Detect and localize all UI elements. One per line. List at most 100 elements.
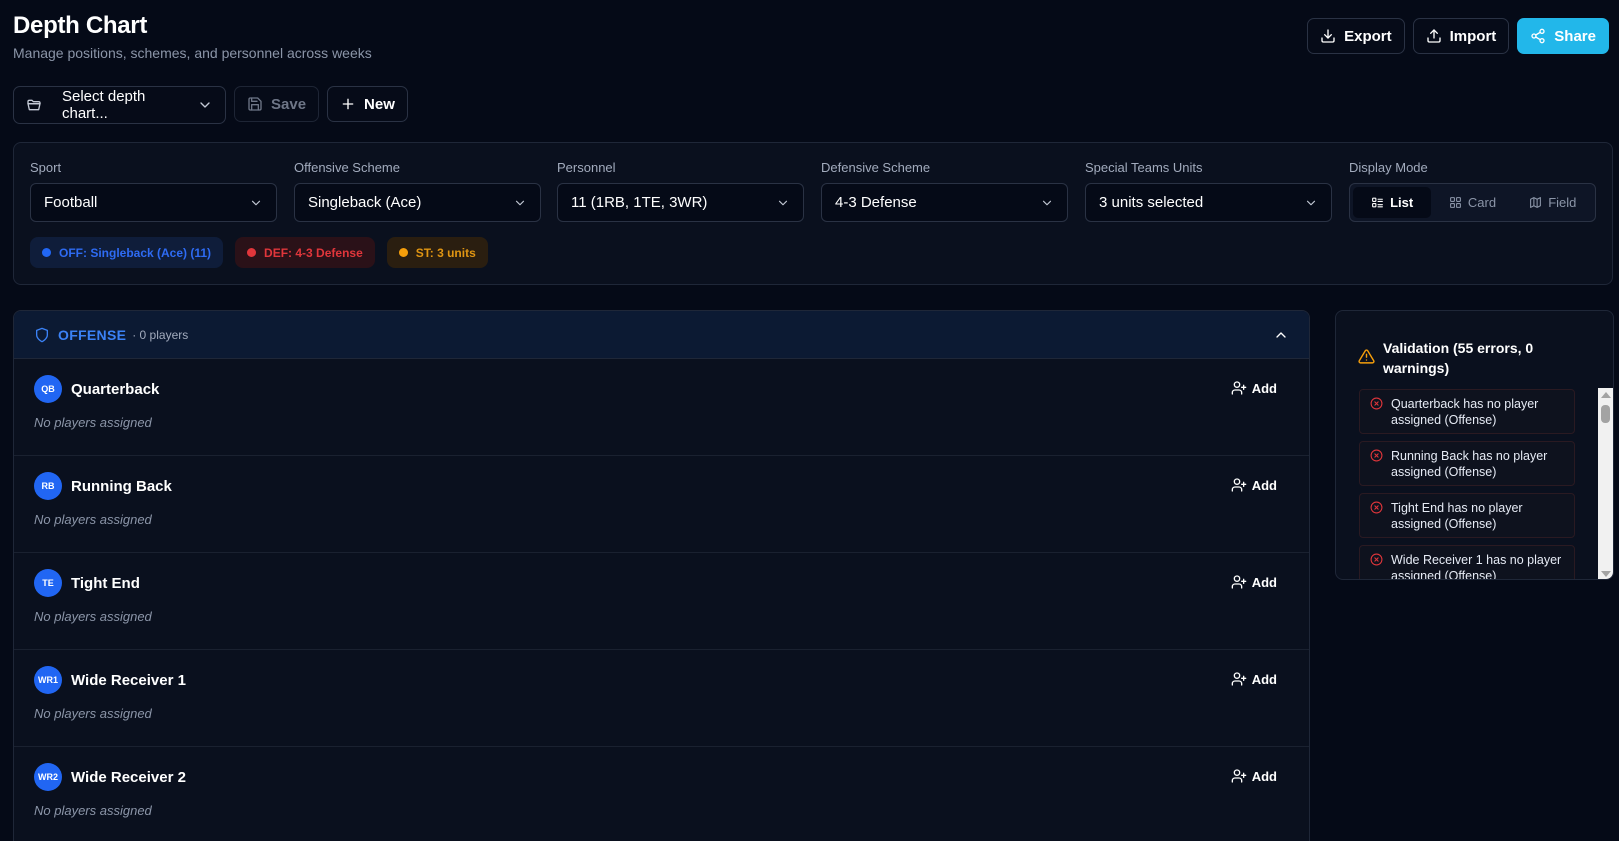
sport-filter: Sport Football: [30, 160, 277, 222]
import-button[interactable]: Import: [1412, 18, 1510, 54]
grid-icon: [1449, 197, 1461, 208]
no-players-text: No players assigned: [34, 512, 152, 527]
position-badge: WR2: [34, 763, 62, 791]
page-subtitle: Manage positions, schemes, and personnel…: [13, 45, 372, 61]
display-mode-toggle: List Card Field: [1349, 183, 1596, 222]
display-mode-list[interactable]: List: [1353, 187, 1432, 218]
defensive-scheme-select[interactable]: 4-3 Defense: [821, 183, 1068, 222]
personnel-value: 11 (1RB, 1TE, 3WR): [571, 194, 708, 211]
user-plus-icon: [1231, 381, 1247, 395]
page-title: Depth Chart: [13, 12, 148, 39]
validation-error-item: Quarterback has no player assigned (Offe…: [1359, 389, 1575, 434]
special-teams-filter: Special Teams Units 3 units selected: [1085, 160, 1332, 222]
position-badge: RB: [34, 472, 62, 500]
add-player-button[interactable]: Add: [1231, 477, 1277, 493]
add-label: Add: [1251, 380, 1277, 396]
validation-scrollbar[interactable]: [1598, 388, 1613, 579]
scheme-chips: OFF: Singleback (Ace) (11) DEF: 4-3 Defe…: [30, 237, 488, 268]
error-circle-icon: [1370, 553, 1383, 566]
offensive-scheme-filter: Offensive Scheme Singleback (Ace): [294, 160, 541, 222]
display-mode-field[interactable]: Field: [1514, 187, 1592, 218]
defense-chip: DEF: 4-3 Defense: [235, 237, 375, 268]
chevron-down-icon: [200, 102, 210, 108]
validation-error-text: Quarterback has no player assigned (Offe…: [1391, 397, 1539, 427]
position-badge: TE: [34, 569, 62, 597]
offense-section: OFFENSE · 0 players QB Quarterback Add N…: [13, 310, 1310, 841]
validation-error-item: Wide Receiver 1 has no player assigned (…: [1359, 545, 1575, 580]
select-depth-chart-dropdown[interactable]: Select depth chart...: [13, 86, 226, 124]
top-actions: Export Import Share: [1307, 18, 1609, 54]
user-plus-icon: [1231, 575, 1247, 589]
defensive-scheme-value: 4-3 Defense: [835, 194, 917, 211]
display-mode-card[interactable]: Card: [1433, 187, 1511, 218]
user-plus-icon: [1231, 478, 1247, 492]
export-button[interactable]: Export: [1307, 18, 1405, 54]
upload-icon: [1426, 29, 1441, 43]
chevron-up-icon[interactable]: [1273, 327, 1289, 343]
plus-icon: [342, 98, 354, 110]
position-row-qb: QB Quarterback Add No players assigned: [14, 359, 1309, 456]
position-row-wr1: WR1 Wide Receiver 1 Add No players assig…: [14, 650, 1309, 747]
add-label: Add: [1251, 671, 1277, 687]
personnel-select[interactable]: 11 (1RB, 1TE, 3WR): [557, 183, 804, 222]
position-row-te: TE Tight End Add No players assigned: [14, 553, 1309, 650]
scroll-down-icon[interactable]: [1601, 571, 1611, 577]
scroll-thumb[interactable]: [1601, 405, 1610, 423]
defense-chip-label: DEF: 4-3 Defense: [264, 245, 363, 260]
export-label: Export: [1344, 27, 1392, 45]
offensive-scheme-label: Offensive Scheme: [294, 160, 400, 175]
shield-icon: [36, 327, 48, 342]
display-mode-label: Display Mode: [1349, 160, 1428, 175]
error-circle-icon: [1370, 501, 1383, 514]
chevron-down-icon: [515, 200, 525, 205]
chevron-down-icon: [1306, 200, 1316, 205]
display-mode-list-label: List: [1390, 195, 1414, 210]
personnel-filter: Personnel 11 (1RB, 1TE, 3WR): [557, 160, 804, 222]
position-row-rb: RB Running Back Add No players assigned: [14, 456, 1309, 553]
validation-error-item: Running Back has no player assigned (Off…: [1359, 441, 1575, 486]
user-plus-icon: [1231, 769, 1247, 783]
validation-error-text: Wide Receiver 1 has no player assigned (…: [1391, 553, 1562, 580]
add-player-button[interactable]: Add: [1231, 380, 1277, 396]
share-label: Share: [1554, 27, 1596, 45]
sport-label: Sport: [30, 160, 62, 175]
validation-panel: Validation (55 errors, 0 warnings) Quart…: [1335, 310, 1614, 580]
position-badge: WR1: [34, 666, 62, 694]
list-icon: [1372, 197, 1384, 208]
defensive-scheme-label: Defensive Scheme: [821, 160, 931, 175]
defense-dot-icon: [247, 248, 257, 257]
add-player-button[interactable]: Add: [1231, 768, 1277, 784]
special-teams-dot-icon: [398, 248, 408, 257]
offense-header[interactable]: OFFENSE · 0 players: [14, 311, 1309, 359]
sport-select[interactable]: Football: [30, 183, 277, 222]
add-label: Add: [1251, 768, 1277, 784]
offensive-scheme-select[interactable]: Singleback (Ace): [294, 183, 541, 222]
download-icon: [1321, 29, 1335, 43]
add-player-button[interactable]: Add: [1231, 671, 1277, 687]
share-icon: [1531, 28, 1545, 44]
chevron-down-icon: [251, 200, 261, 205]
chevron-down-icon: [778, 200, 788, 205]
special-teams-chip: ST: 3 units: [386, 237, 488, 268]
chart-toolbar: Select depth chart... Save New: [13, 86, 408, 124]
save-icon: [248, 97, 262, 111]
defensive-scheme-filter: Defensive Scheme 4-3 Defense: [821, 160, 1068, 222]
share-button[interactable]: Share: [1517, 18, 1609, 54]
add-player-button[interactable]: Add: [1231, 574, 1277, 590]
position-row-wr2: WR2 Wide Receiver 2 Add No players assig…: [14, 747, 1309, 841]
scroll-up-icon[interactable]: [1601, 392, 1611, 398]
filters-panel: Sport Football Offensive Scheme Singleba…: [13, 142, 1613, 285]
save-button[interactable]: Save: [234, 86, 320, 122]
import-label: Import: [1449, 27, 1497, 45]
validation-title: Validation (55 errors, 0 warnings): [1383, 340, 1534, 376]
offense-dot-icon: [42, 248, 51, 257]
error-circle-icon: [1370, 449, 1383, 462]
special-teams-select[interactable]: 3 units selected: [1085, 183, 1332, 222]
display-mode-card-label: Card: [1467, 195, 1497, 210]
new-button[interactable]: New: [327, 86, 408, 122]
position-name: Wide Receiver 2: [71, 768, 186, 786]
new-label: New: [364, 95, 395, 113]
no-players-text: No players assigned: [34, 803, 152, 818]
sport-value: Football: [44, 194, 98, 211]
folder-open-icon: [27, 99, 41, 111]
